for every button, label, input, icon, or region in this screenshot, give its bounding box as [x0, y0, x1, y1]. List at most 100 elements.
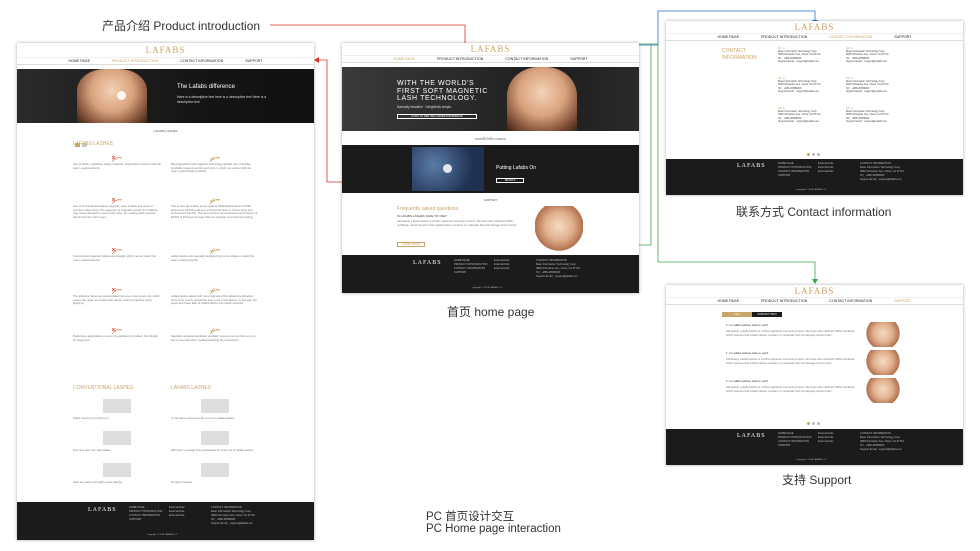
- section-label: LAFABS LASHES: [153, 129, 178, 133]
- arrow-product-back: [314, 57, 319, 63]
- footer-copyright: Copyright © 2019 LAFABS LLC: [147, 534, 178, 536]
- nav-home[interactable]: HOME PAGE: [382, 56, 426, 62]
- nav-support[interactable]: SUPPORT: [559, 56, 598, 62]
- learn-more-button[interactable]: LEARN MORE: [397, 242, 425, 247]
- faq-model-image: [535, 206, 583, 251]
- page-dot[interactable]: [812, 153, 815, 156]
- contact-email: Support Email：support@Lafabs.net: [778, 120, 819, 124]
- footer-copyright: Copyright © 2019 LAFABS LLC: [472, 287, 503, 289]
- nav-product[interactable]: PRODUCT INTRODUCTION: [426, 56, 494, 62]
- feature-text: Lafabs lashes attach soft, long magnets …: [171, 294, 257, 306]
- page-dot[interactable]: [817, 153, 820, 156]
- footer-link-support[interactable]: SUPPORT: [454, 271, 487, 275]
- video-thumbnail[interactable]: [412, 147, 484, 191]
- footer-email: Support Email：support@lafabs.net: [211, 522, 253, 525]
- footer-copyright: Copyright © 2019 LAFABS LLC: [796, 459, 827, 461]
- video-details-button[interactable]: DETAILS: [496, 178, 524, 183]
- footer: LAFABS HOME PAGE PRODUCT INTRODUCTION CONT…: [342, 255, 639, 293]
- product-page-mockup: LAFABS HOME PAGE PRODUCT INTRODUCTION CO…: [17, 43, 314, 540]
- faq-item[interactable]: 1. Is Lafabs lashes safe to use? Absolute…: [726, 322, 926, 349]
- brand-logo[interactable]: LAFABS: [666, 286, 963, 296]
- footer-ext-link[interactable]: External links: [169, 514, 184, 518]
- lash-icon: [209, 323, 221, 335]
- conventional-item: One time use only, disposable: [73, 448, 111, 452]
- main-nav: HOME PAGE PRODUCT INTRODUCTION CONTACT I…: [342, 55, 639, 63]
- nav-contact[interactable]: CONTACT INFORMATION: [818, 298, 883, 304]
- caption-pc-en: PC Home page interaction: [426, 523, 561, 535]
- caption-product: 产品介绍 Product introduction: [102, 19, 261, 33]
- footer-ext-links: External links External links External lin…: [169, 506, 184, 518]
- feature-text: Preliminary applications or even no appl…: [73, 334, 159, 342]
- footer-ext-links: External links External links External lin…: [818, 162, 833, 174]
- nav-product[interactable]: PRODUCT INTRODUCTION: [750, 34, 818, 40]
- play-icon[interactable]: [117, 91, 126, 100]
- page-dot[interactable]: [812, 422, 815, 425]
- comparison-image: [103, 431, 131, 445]
- nav-home[interactable]: HOME PAGE: [57, 58, 101, 64]
- nav-support[interactable]: SUPPORT: [883, 298, 922, 304]
- footer-ext-link[interactable]: External links: [494, 267, 509, 271]
- nav-contact[interactable]: CONTACT INFORMATION: [494, 56, 559, 62]
- nav-product[interactable]: PRODUCT INTRODUCTION: [101, 58, 169, 64]
- feature-text: Conventional magnetic lashes are straigh…: [73, 254, 157, 262]
- nav-contact[interactable]: CONTACT INFORMATION: [818, 34, 883, 40]
- hero-cta-button[interactable]: CLICK TO SEE THE LAFABS DIFFERENCE: [397, 114, 477, 119]
- contact-email: Support Email：support@Lafabs.net: [778, 90, 819, 94]
- footer-ext-link[interactable]: External links: [818, 170, 833, 174]
- hero-line-2: FIRST SOFT MAGNETIC: [397, 87, 488, 95]
- contact-card: Mr. Li Bean Information Technology Corp. 3…: [778, 106, 843, 124]
- footer: LAFABS HOME PAGE PRODUCT INTRODUCTION CONT…: [17, 502, 314, 540]
- contact-card: Mr. Li Bean Information Technology Corp. 3…: [846, 46, 911, 64]
- nav-support[interactable]: SUPPORT: [883, 34, 922, 40]
- lafabs-item: 300 hours of usage time guaranteed for e…: [171, 448, 254, 452]
- lash-icon: [111, 151, 123, 163]
- faq-pagination: [806, 412, 821, 430]
- page-dot-active[interactable]: [807, 153, 810, 156]
- footer-link-support[interactable]: SUPPORT: [129, 518, 162, 522]
- comparison-image: [201, 463, 229, 477]
- caption-home: 首页 home page: [447, 305, 535, 319]
- main-nav: HOME PAGE PRODUCT INTRODUCTION CONTACT I…: [666, 297, 963, 305]
- video-section: Putting Lafabs On DETAILS: [342, 145, 639, 193]
- hero-model-image: [77, 69, 147, 123]
- nav-home[interactable]: HOME PAGE: [706, 34, 750, 40]
- nav-home[interactable]: HOME PAGE: [706, 298, 750, 304]
- brand-logo[interactable]: LAFABS: [342, 44, 639, 54]
- lash-icon: [209, 283, 221, 295]
- footer-links: HOME PAGE PRODUCT INTRODUCTION CONTACT INF…: [778, 162, 811, 178]
- footer-link-support[interactable]: SUPPORT: [778, 444, 811, 448]
- nav-product[interactable]: PRODUCT INTRODUCTION: [750, 298, 818, 304]
- conventional-heading: CONVENTIONAL LASHES: [73, 385, 134, 391]
- play-icon[interactable]: [443, 164, 452, 173]
- footer-links: HOME PAGE PRODUCT INTRODUCTION CONTACT INF…: [129, 506, 162, 522]
- page-dot-active[interactable]: [807, 422, 810, 425]
- footer-logo: LAFABS: [737, 433, 766, 439]
- brand-logo[interactable]: LAFABS: [666, 22, 963, 32]
- tab-faq[interactable]: FAQ: [722, 312, 752, 317]
- feature-text: Use of conventional coating magnetic, ea…: [73, 204, 158, 219]
- comparison-image: [201, 399, 229, 413]
- faq-item[interactable]: 1. Is Lafabs lashes safe to use? Absolute…: [726, 350, 926, 377]
- contact-email: Support Email：support@Lafabs.net: [846, 120, 887, 124]
- footer-links: HOME PAGE PRODUCT INTRODUCTION CONTACT INF…: [778, 432, 811, 448]
- nav-contact[interactable]: CONTACT INFORMATION: [169, 58, 234, 64]
- faq-item[interactable]: 1. Is Lafabs lashes safe to use? Absolute…: [726, 378, 926, 405]
- lash-icon: [111, 243, 123, 255]
- footer-logo: LAFABS: [413, 260, 442, 266]
- brand-logo[interactable]: LAFABS: [17, 45, 314, 55]
- page-dot[interactable]: [817, 422, 820, 425]
- faq-model-image: [864, 350, 902, 375]
- comparison-image: [103, 399, 131, 413]
- footer-link-support[interactable]: SUPPORT: [778, 174, 811, 178]
- footer: LAFABS HOME PAGE PRODUCT INTRODUCTION CONT…: [666, 429, 963, 465]
- feature-text: Best generation soft magnetic technology…: [171, 162, 252, 174]
- contact-heading-line2: INFORMATION: [722, 55, 757, 61]
- hero-line-3: LASH TECHNOLOGY.: [397, 95, 477, 102]
- nav-support[interactable]: SUPPORT: [234, 58, 273, 64]
- lafabs-compare-heading: LAFABS LASHES: [171, 385, 212, 391]
- caption-pc-cn: PC 首页设计交互: [426, 511, 515, 523]
- tab-contact-info[interactable]: CONTACT INFO: [752, 312, 782, 317]
- contact-email: Support Email：support@Lafabs.net: [846, 60, 887, 64]
- footer-ext-link[interactable]: External links: [818, 440, 833, 444]
- lafabs-item: It only takes a few seconds to put on La…: [171, 416, 235, 420]
